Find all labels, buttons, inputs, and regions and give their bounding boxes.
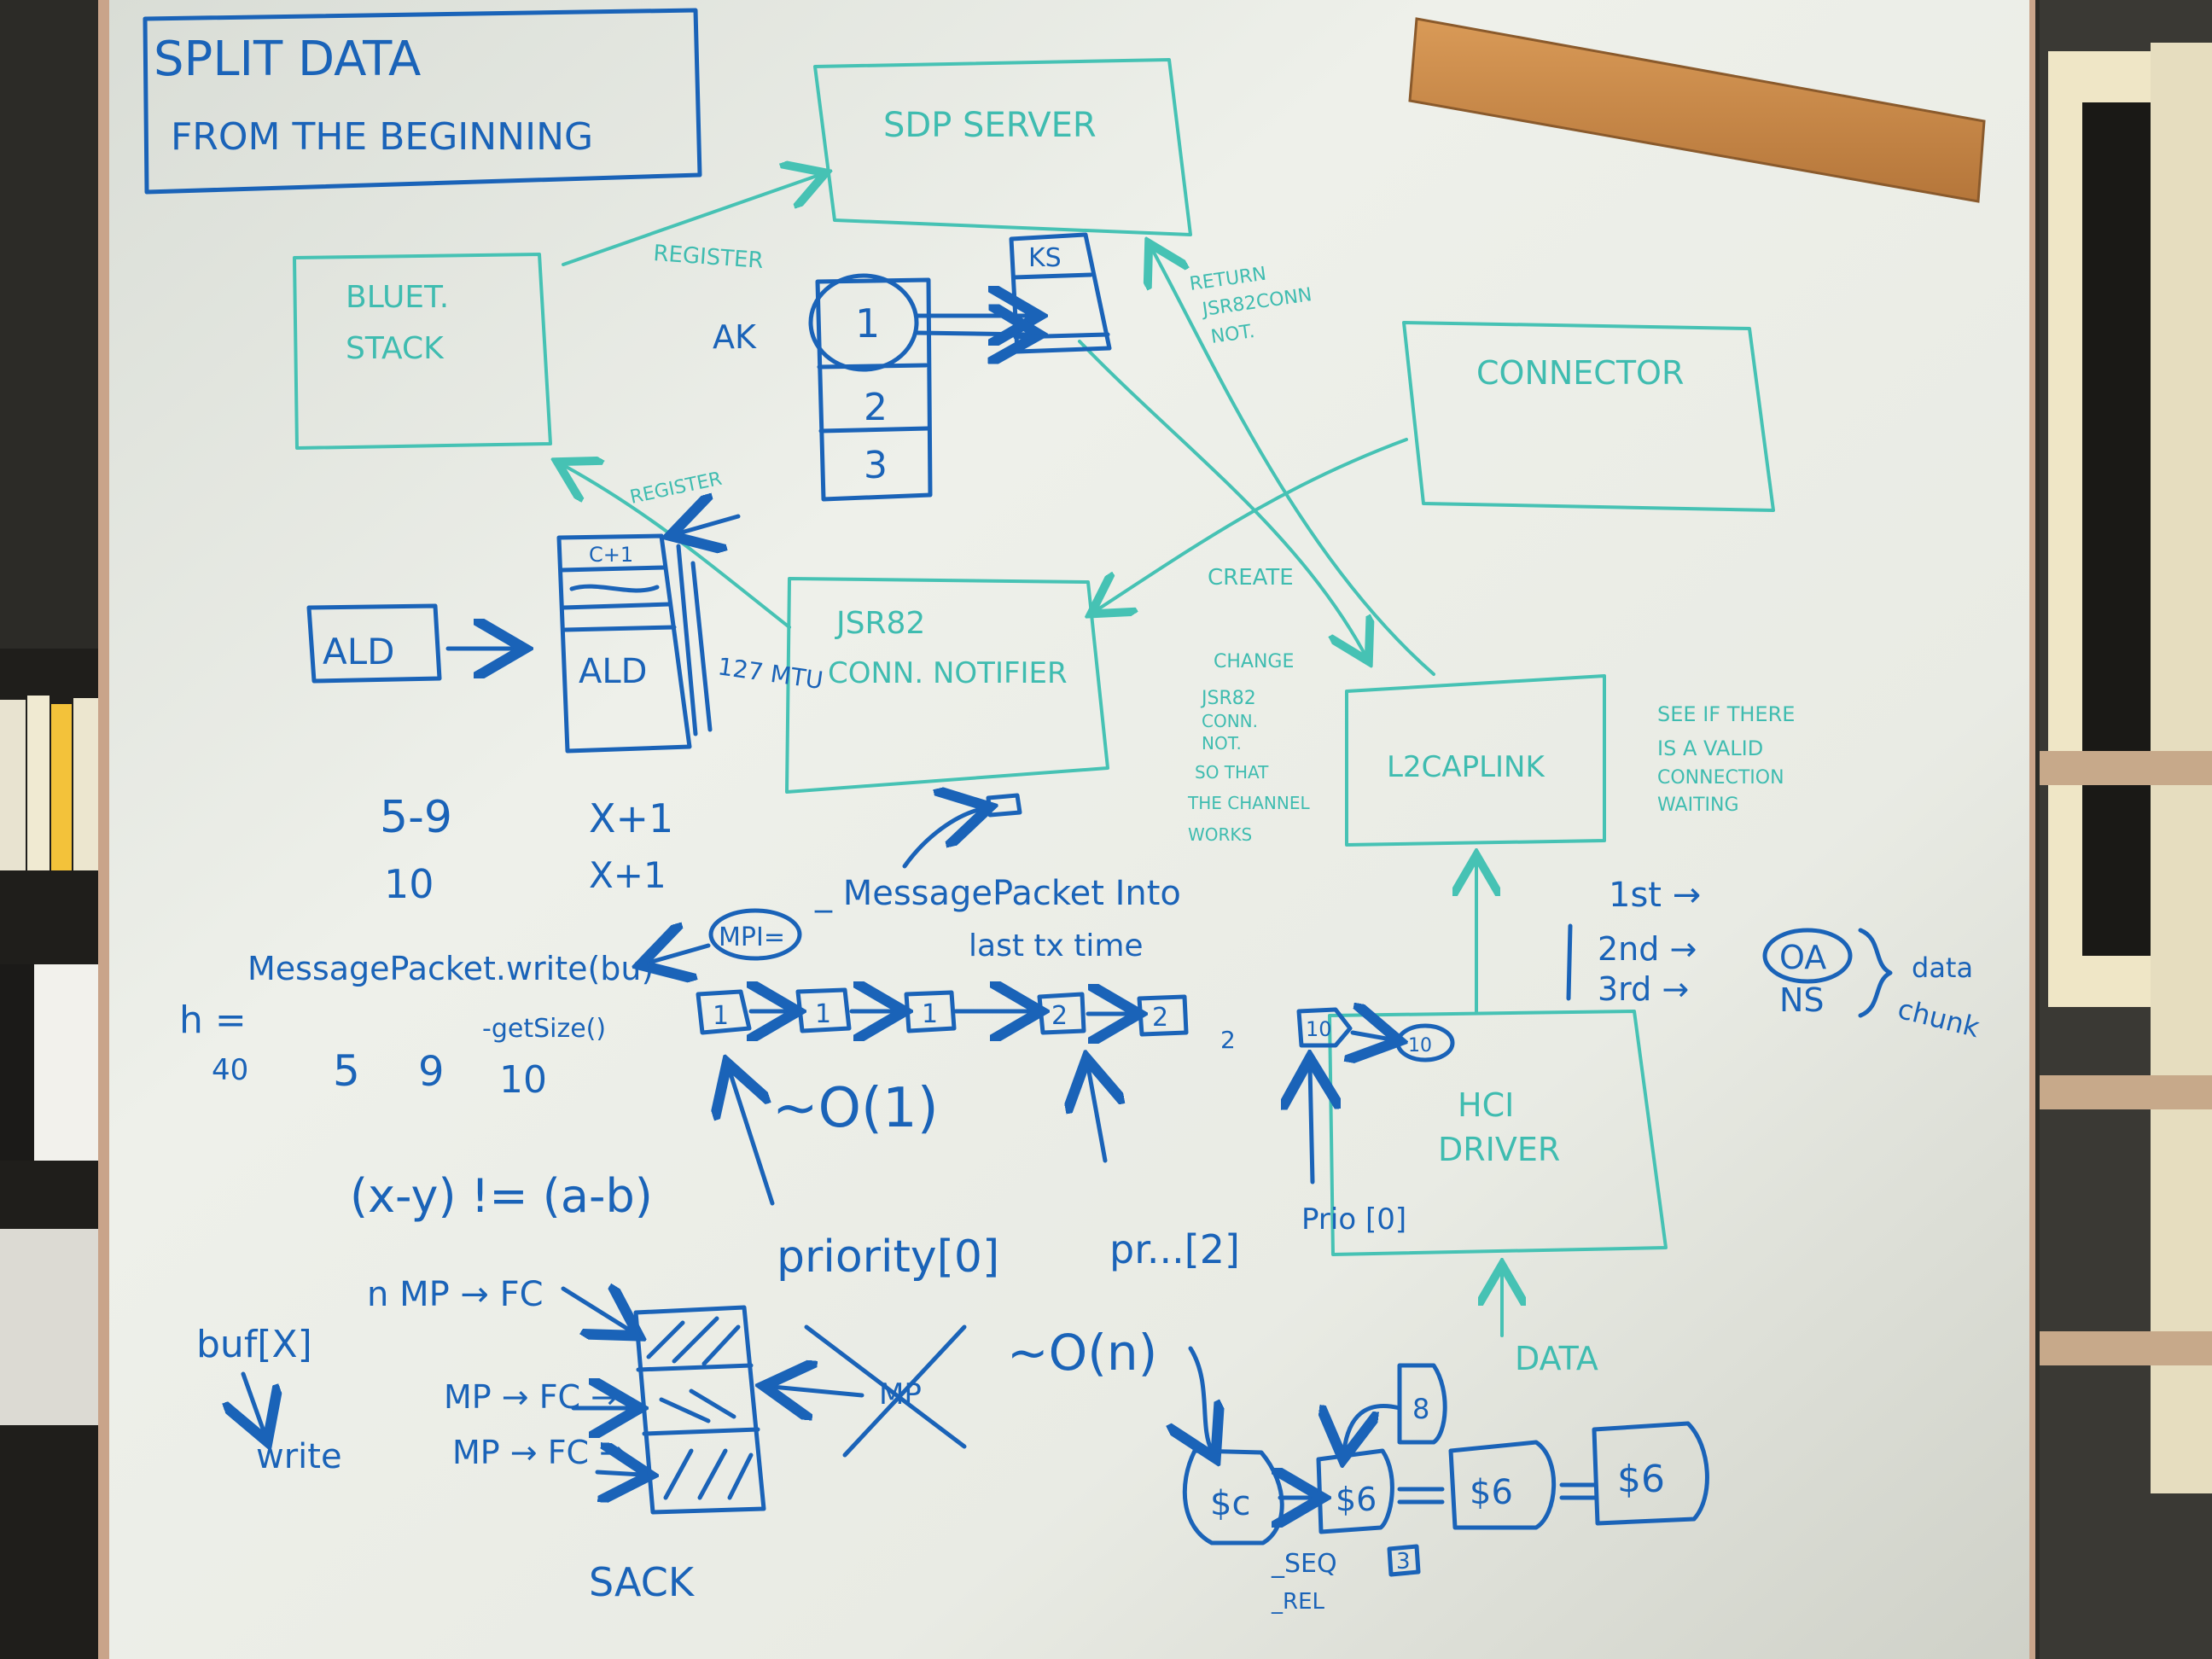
chain-5: 2 (1152, 1003, 1168, 1033)
create-note: CREATE (1208, 565, 1294, 591)
see-note-4: WAITING (1657, 795, 1739, 816)
ak-label: AK (713, 318, 757, 356)
second-label: 2nd → (1598, 930, 1697, 968)
data-note: DATA (1515, 1340, 1598, 1377)
chain-8: 10 (1408, 1035, 1432, 1057)
stack-cell-1: 1 (855, 300, 880, 346)
change-note-3: CONN. (1202, 711, 1258, 731)
title-line-2: FROM THE BEGINNING (171, 115, 593, 159)
whiteboard-scene: SPLIT DATA FROM THE BEGINNING SDP SERVER… (0, 0, 2212, 1659)
stack-cell-3: 3 (864, 444, 888, 487)
jsr82-label-1: JSR82 (835, 606, 925, 641)
mp-crossed-label: MP (879, 1377, 922, 1412)
h-eq-label: h = (179, 998, 247, 1042)
hci-label-2: DRIVER (1438, 1131, 1560, 1168)
xy-label: (x-y) != (a-b) (350, 1169, 653, 1223)
n59-label: 5-9 (380, 792, 452, 843)
data-chunk-1: data (1912, 952, 1973, 984)
change-note-4: NOT. (1202, 733, 1242, 754)
sack-label: SACK (589, 1559, 696, 1605)
write-label: write (256, 1437, 342, 1476)
n10-label: 10 (384, 861, 434, 907)
jsr82-label-2: CONN. NOTIFIER (828, 656, 1068, 690)
n10b-label: 10 (499, 1058, 547, 1102)
mpi-label: MPI= (719, 923, 785, 952)
n40-label: 40 (212, 1053, 248, 1087)
chain-6: 2 (1220, 1026, 1236, 1054)
see-note-2: IS A VALID (1657, 736, 1763, 760)
buf-label: buf[X] (196, 1323, 312, 1366)
title-line-1: SPLIT DATA (154, 32, 421, 87)
seq-label: _SEQ (1271, 1549, 1337, 1579)
chain-2: 1 (815, 999, 831, 1029)
see-note-3: CONNECTION (1657, 767, 1784, 789)
oa-label: OA (1779, 939, 1826, 976)
mp-fc-1: n MP → FC (367, 1275, 544, 1314)
third-label: 3rd → (1598, 970, 1689, 1008)
x1b-label: X+1 (589, 854, 667, 896)
connector-label: CONNECTOR (1476, 354, 1684, 392)
n9-label: 9 (418, 1048, 445, 1096)
ald-inside-label: ALD (579, 652, 647, 691)
first-label: 1st → (1609, 876, 1701, 915)
dollar-1: $c (1210, 1484, 1250, 1523)
dollar-4: $6 (1617, 1458, 1665, 1501)
n5-label: 5 (333, 1046, 360, 1096)
mpi-into-label: _ MessagePacket Into (814, 874, 1181, 913)
dollar-3: $6 (1470, 1473, 1513, 1512)
last-tx-label: last tx time (969, 928, 1144, 963)
bluet-label-2: STACK (346, 331, 445, 366)
change-note-2: JSR82 (1200, 688, 1256, 709)
see-note-1: SEE IF THERE (1657, 702, 1795, 726)
x1a-label: X+1 (589, 795, 673, 841)
l2cap-label: L2CAPLINK (1387, 750, 1545, 784)
chain-3: 1 (922, 999, 938, 1029)
change-note-6: THE CHANNEL (1187, 793, 1310, 813)
getsize-label: -getSize() (482, 1014, 606, 1044)
sdp-server-label: SDP SERVER (883, 106, 1097, 145)
change-note-5: SO THAT (1195, 762, 1269, 783)
chain-4: 2 (1051, 1001, 1068, 1031)
o1-label: ~O(1) (772, 1077, 939, 1140)
ald-left-label: ALD (323, 631, 394, 672)
rel-label: _REL (1271, 1589, 1324, 1615)
hci-label-1: HCI (1458, 1086, 1514, 1124)
pr-label: pr...[2] (1109, 1226, 1240, 1272)
on-label: ~O(n) (1007, 1324, 1157, 1382)
change-note-7: WORKS (1188, 824, 1252, 845)
dollar-2: $6 (1336, 1481, 1377, 1518)
write-call-label: MessagePacket.write(bu) (247, 950, 654, 987)
dollar-top: 8 (1412, 1393, 1429, 1425)
priority-label: priority[0] (777, 1231, 999, 1283)
chain-7: 10 (1306, 1017, 1332, 1041)
prio-label: Prio [0] (1301, 1202, 1406, 1237)
stack-cell-2: 2 (864, 386, 888, 429)
c1-label: C+1 (589, 543, 633, 567)
ks-label: KS (1028, 243, 1062, 273)
ns-label: NS (1779, 981, 1825, 1019)
change-note-1: CHANGE (1214, 651, 1294, 672)
bluet-label-1: BLUET. (346, 280, 449, 315)
seq-box-label: 3 (1396, 1549, 1411, 1575)
mp-fc-3: MP → FC → (452, 1434, 626, 1471)
chain-1: 1 (713, 1001, 729, 1031)
